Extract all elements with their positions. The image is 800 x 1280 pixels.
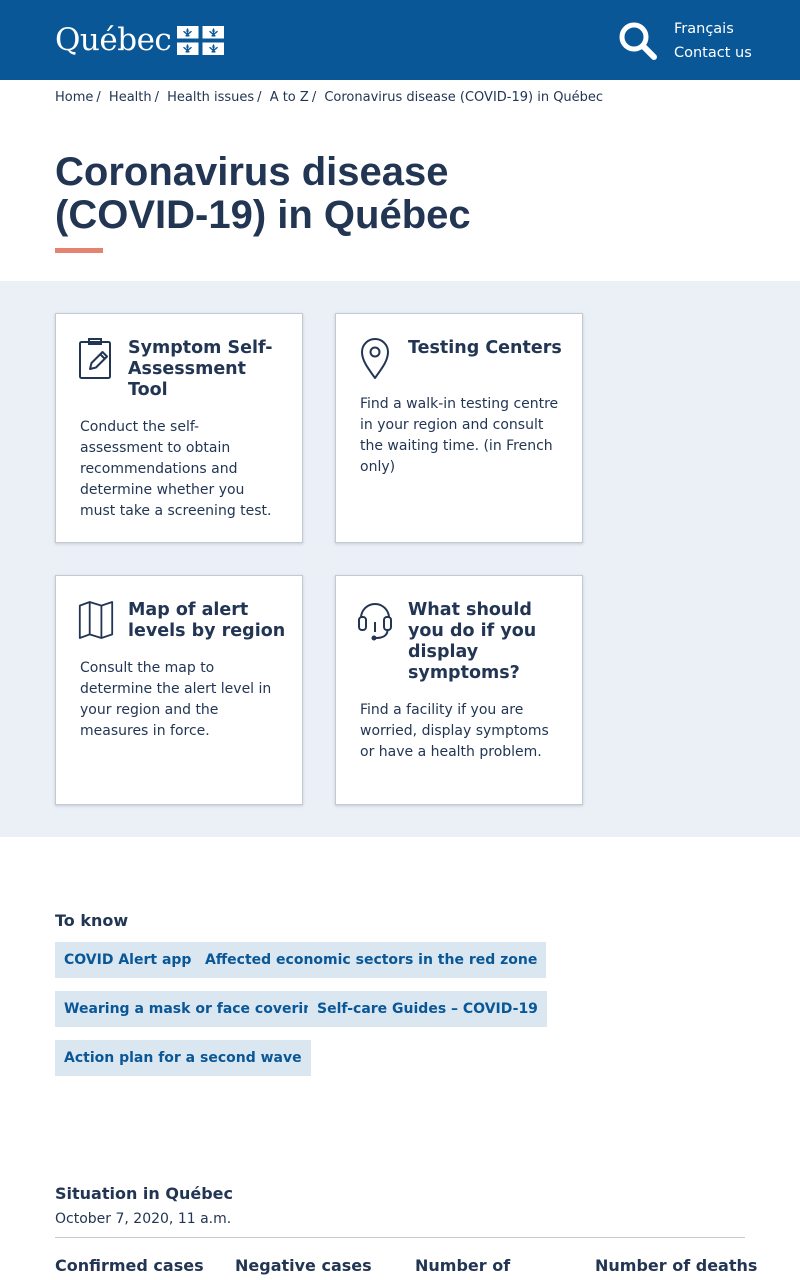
quick-access-section: Symptom Self-Assessment Tool Conduct the… — [0, 281, 800, 837]
quebec-logo[interactable]: Québec — [55, 20, 225, 60]
stat-confirmed-cases-heading: Confirmed cases — [55, 1256, 204, 1275]
page-title: Coronavirus disease (COVID-19) in Québec — [55, 150, 471, 237]
map-pin-icon — [361, 338, 389, 379]
contact-us-link[interactable]: Contact us — [674, 41, 752, 65]
folded-map-icon — [78, 601, 114, 639]
search-icon — [619, 22, 657, 60]
tag-wearing-a-mask[interactable]: Wearing a mask or face covering — [55, 991, 333, 1027]
card-description: Consult the map to determine the alert l… — [80, 660, 272, 739]
breadcrumb: Home / Health / Health issues / A to Z / Cor… — [55, 90, 604, 105]
site-header: Québec Français Contact us — [0, 0, 800, 80]
card-testing-centers[interactable]: Testing Centers Find a walk-in testing c… — [335, 313, 583, 543]
to-know-heading: To know — [55, 911, 129, 930]
card-description: Find a walk-in testing centre in your re… — [360, 396, 559, 475]
situation-heading: Situation in Québec — [55, 1184, 234, 1203]
breadcrumb-a-to-z[interactable]: A to Z — [270, 90, 309, 105]
card-title: Testing Centers — [408, 338, 562, 358]
card-title: What should you do if you display sympto… — [408, 600, 537, 683]
card-description: Find a facility if you are worried, disp… — [360, 702, 549, 760]
stat-number-of-heading: Number of — [415, 1256, 511, 1275]
breadcrumb-home[interactable]: Home — [55, 90, 93, 105]
card-alert-levels-map[interactable]: Map of alert levels by region Consult th… — [55, 575, 303, 805]
stat-number-of-deaths-heading: Number of deaths — [595, 1256, 758, 1275]
tag-self-care-guides[interactable]: Self-care Guides – COVID-19 — [308, 991, 547, 1027]
situation-date: October 7, 2020, 11 a.m. — [55, 1211, 232, 1227]
card-symptom-self-assessment[interactable]: Symptom Self-Assessment Tool Conduct the… — [55, 313, 303, 543]
clipboard-edit-icon — [79, 338, 111, 379]
breadcrumb-health-issues[interactable]: Health issues — [167, 90, 254, 105]
tag-covid-alert-app[interactable]: COVID Alert app — [55, 942, 201, 978]
card-title: Map of alert levels by region — [128, 600, 286, 641]
title-accent-bar — [55, 248, 103, 253]
breadcrumb-health[interactable]: Health — [109, 90, 152, 105]
tag-affected-economic-sectors[interactable]: Affected economic sectors in the red zon… — [196, 942, 547, 978]
stat-negative-cases-heading: Negative cases — [235, 1256, 372, 1275]
search-button[interactable] — [617, 20, 659, 62]
card-what-to-do-symptoms[interactable]: What should you do if you display sympto… — [335, 575, 583, 805]
fleur-de-lis-flag-icon — [177, 25, 225, 55]
header-links: Français Contact us — [674, 17, 752, 65]
language-link[interactable]: Français — [674, 17, 752, 41]
situation-divider — [55, 1237, 745, 1238]
tag-action-plan-second-wave[interactable]: Action plan for a second wave — [55, 1040, 311, 1076]
headset-icon — [358, 603, 392, 641]
breadcrumb-current: Coronavirus disease (COVID-19) in Québec — [324, 90, 604, 105]
logo-wordmark: Québec — [55, 21, 172, 58]
card-title: Symptom Self-Assessment Tool — [128, 338, 273, 400]
card-description: Conduct the self-assessment to obtain re… — [80, 419, 272, 519]
